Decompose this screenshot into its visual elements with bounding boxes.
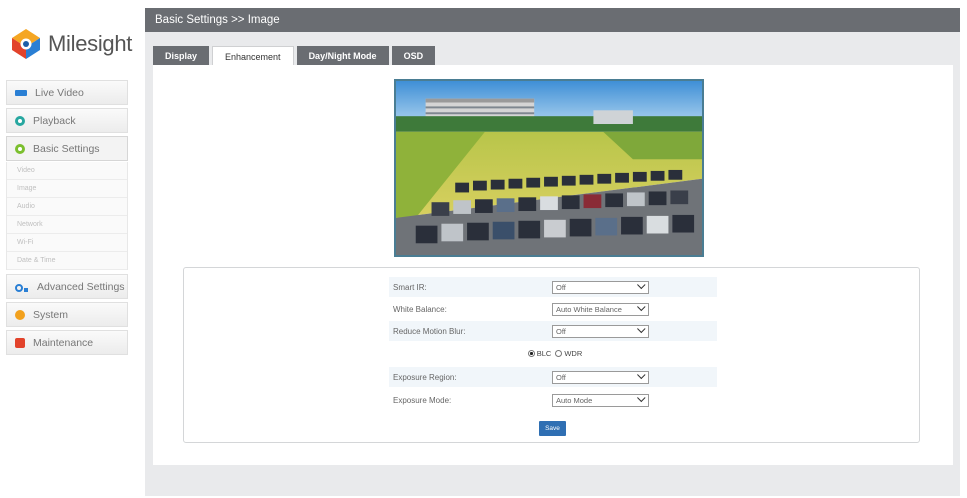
chevron-down-icon (637, 302, 646, 312)
tab-osd[interactable]: OSD (391, 46, 436, 66)
smart-ir-value: Off (556, 282, 566, 292)
chevron-down-icon (637, 280, 646, 290)
milesight-logo: Milesight (8, 24, 138, 64)
submenu-item-image[interactable]: Image (7, 180, 127, 198)
white-balance-row: White Balance: Auto White Balance (389, 299, 717, 319)
camera-preview-image (396, 81, 702, 255)
sidebar: Live Video Playback Basic Settings Video… (6, 80, 128, 358)
reduce-motion-blur-select[interactable]: Off (552, 324, 649, 338)
exposure-mode-select[interactable]: Auto Mode (552, 393, 649, 407)
submenu-item-wifi[interactable]: Wi-Fi (7, 234, 127, 252)
app-window: Milesight Live Video Playback Basic Sett… (0, 0, 967, 498)
sidebar-item-advanced-settings[interactable]: Advanced Settings (6, 274, 128, 299)
submenu-item-video[interactable]: Video (7, 162, 127, 180)
submenu-item-audio[interactable]: Audio (7, 198, 127, 216)
blc-label: BLC (536, 348, 552, 358)
brand-name: Milesight (48, 31, 133, 56)
live-video-icon (15, 89, 27, 96)
advanced-settings-icon (15, 282, 29, 292)
white-balance-label: White Balance: (393, 304, 447, 314)
submenu-item-date-time[interactable]: Date & Time (7, 252, 127, 270)
image-settings-form: Smart IR: Off White Balance: Auto White … (183, 267, 920, 443)
exposure-mode-label: Exposure Mode: (393, 395, 452, 405)
reduce-motion-blur-value: Off (556, 326, 566, 336)
sidebar-item-label: Basic Settings (33, 142, 100, 155)
sidebar-item-label: Live Video (35, 86, 84, 99)
smart-ir-select[interactable]: Off (552, 280, 649, 294)
chevron-down-icon (637, 370, 646, 380)
milesight-logo-icon (12, 29, 40, 59)
white-balance-select[interactable]: Auto White Balance (552, 302, 649, 316)
system-icon (15, 309, 25, 320)
exposure-region-row: Exposure Region: Off (389, 367, 717, 387)
smart-ir-label: Smart IR: (393, 282, 427, 292)
tab-day-night-mode[interactable]: Day/Night Mode (296, 46, 389, 66)
white-balance-value: Auto White Balance (556, 304, 622, 314)
exposure-mode-row: Exposure Mode: Auto Mode (389, 390, 717, 410)
submenu-item-network[interactable]: Network (7, 216, 127, 234)
chevron-down-icon (637, 393, 646, 403)
sidebar-item-live-video[interactable]: Live Video (6, 80, 128, 105)
exposure-region-label: Exposure Region: (393, 372, 457, 382)
sidebar-item-label: Maintenance (33, 336, 94, 349)
tab-enhancement[interactable]: Enhancement (212, 46, 294, 66)
basic-settings-icon (15, 143, 25, 154)
main-content: Basic Settings >> Image Display Enhancem… (145, 8, 960, 496)
sidebar-item-label: Playback (33, 114, 76, 127)
enhancement-panel: Smart IR: Off White Balance: Auto White … (153, 65, 953, 465)
sidebar-item-system[interactable]: System (6, 302, 128, 327)
save-button[interactable]: Save (539, 421, 566, 436)
backlight-mode-radios: BLC WDR (389, 343, 717, 363)
reduce-motion-blur-row: Reduce Motion Blur: Off (389, 321, 717, 341)
reduce-motion-blur-label: Reduce Motion Blur: (393, 326, 466, 336)
sidebar-item-label: System (33, 308, 69, 321)
wdr-radio[interactable] (555, 349, 563, 357)
tab-display[interactable]: Display (153, 46, 210, 66)
exposure-region-select[interactable]: Off (552, 370, 649, 384)
exposure-region-value: Off (556, 372, 566, 382)
tab-bar: Display Enhancement Day/Night Mode OSD (153, 46, 438, 66)
smart-ir-row: Smart IR: Off (389, 277, 717, 297)
video-preview (394, 79, 704, 257)
exposure-mode-value: Auto Mode (556, 395, 593, 405)
sidebar-item-label: Advanced Settings (37, 280, 125, 293)
wdr-label: WDR (564, 348, 583, 358)
sidebar-item-maintenance[interactable]: Maintenance (6, 330, 128, 355)
maintenance-icon (15, 337, 25, 348)
basic-settings-submenu: Video Image Audio Network Wi-Fi Date & T… (6, 162, 128, 270)
chevron-down-icon (637, 324, 646, 334)
sidebar-item-basic-settings[interactable]: Basic Settings (6, 136, 128, 161)
playback-icon (15, 115, 25, 126)
sidebar-item-playback[interactable]: Playback (6, 108, 128, 133)
page-title: Basic Settings >> Image (145, 8, 960, 32)
blc-radio[interactable] (527, 349, 535, 357)
